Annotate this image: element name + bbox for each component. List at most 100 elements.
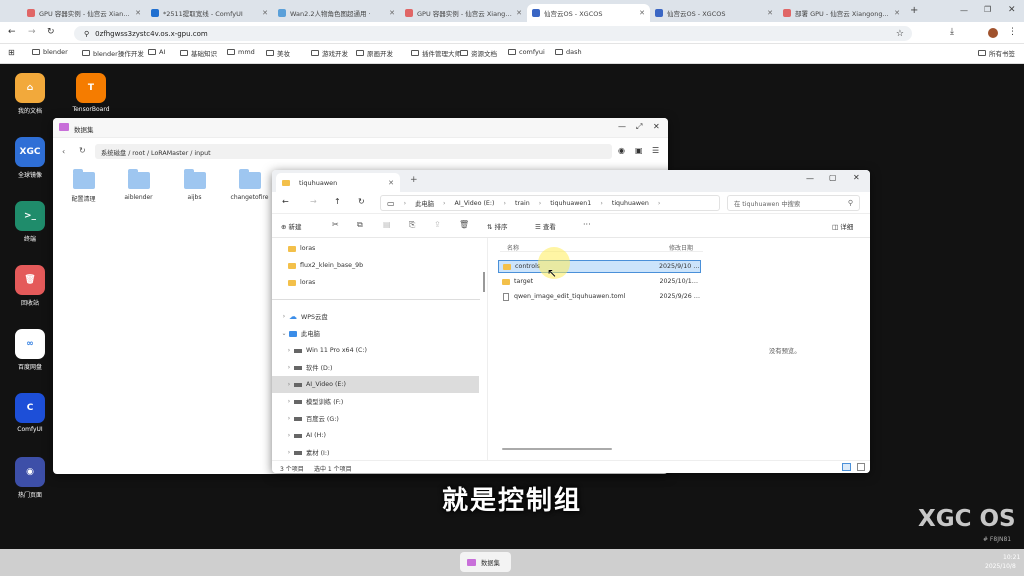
bookmark-item[interactable]: AI <box>148 48 165 56</box>
desktop-icon[interactable]: T TensorBoard <box>70 73 112 113</box>
chevron-icon[interactable]: › <box>279 313 289 320</box>
bookmark-item[interactable]: 资源文档 <box>460 48 497 58</box>
share-icon[interactable]: ⇪ <box>434 220 441 229</box>
close-tab-icon[interactable]: ✕ <box>516 9 522 17</box>
new-tab-button[interactable]: + <box>910 5 918 16</box>
chevron-icon[interactable]: ⌄ <box>279 330 289 337</box>
browser-tab[interactable]: 仙宫云OS - XGCOS ✕ <box>650 4 778 22</box>
new-button[interactable]: ⊕ 新建 <box>281 221 302 231</box>
back-arrow-icon[interactable]: ← <box>282 197 289 206</box>
maximize-icon[interactable]: ⤢ <box>636 122 642 132</box>
nav-item[interactable]: › 软件 (D:) <box>272 359 479 376</box>
nav-scrollbar[interactable] <box>483 272 485 292</box>
nav-item[interactable]: › 百度云 (G:) <box>272 410 479 427</box>
bookmark-item[interactable]: blender <box>32 48 68 56</box>
bookmark-item[interactable]: comfyui <box>508 48 545 56</box>
column-modified[interactable]: 修改日期 <box>669 243 693 252</box>
desktop-icon[interactable]: ⌂ 我的文档 <box>13 73 47 115</box>
close-tab-icon[interactable]: ✕ <box>388 179 394 187</box>
bookmark-item[interactable]: 基础知识 <box>180 48 217 58</box>
chevron-icon[interactable]: › <box>284 449 294 456</box>
nav-item[interactable]: › 素材 (I:) <box>272 444 479 461</box>
bookmark-item[interactable]: mmd <box>227 48 255 56</box>
desktop-icon[interactable]: XGC 全球镜像 <box>13 137 47 179</box>
explorer-tab[interactable]: tiquhuawen ✕ <box>276 173 400 192</box>
folder-item[interactable]: aijbs <box>167 169 222 201</box>
more-button[interactable]: ··· <box>583 220 591 229</box>
chevron-icon[interactable]: › <box>284 398 294 405</box>
url-bar[interactable]: ⚲ 0zfhgwss3zystc4v.os.x-gpu.com ☆ <box>74 26 912 41</box>
paste-icon[interactable]: ▤ <box>383 220 391 229</box>
breadcrumb-item[interactable]: AI_Video (E:) <box>455 200 495 207</box>
close-tab-icon[interactable]: ✕ <box>767 9 773 17</box>
details-button[interactable]: ◫ 详细 <box>832 221 853 231</box>
close-tab-icon[interactable]: ✕ <box>639 9 645 17</box>
desktop-icon[interactable]: C ComfyUI <box>13 393 47 433</box>
close-tab-icon[interactable]: ✕ <box>894 9 900 17</box>
browser-tab[interactable]: GPU 容器实例 - 仙宫云 Xiangg... ✕ <box>22 4 146 22</box>
browser-tab[interactable]: *2511提取宽线 - ComfyUI ✕ <box>146 4 273 22</box>
nav-item[interactable]: ⌄ 此电脑 <box>272 325 479 342</box>
breadcrumb-item[interactable]: tiquhuawen1 <box>550 200 591 207</box>
forward-arrow-icon[interactable]: → <box>310 197 317 206</box>
all-bookmarks[interactable]: 所有书签 <box>978 48 1015 58</box>
browser-tab[interactable]: 部署 GPU - 仙宫云 Xiangong... ✕ <box>778 4 905 22</box>
sort-button[interactable]: ⇅ 排序 <box>487 221 508 231</box>
desktop-icon[interactable]: 🗑 回收站 <box>13 265 47 307</box>
chevron-icon[interactable]: › <box>284 347 294 354</box>
close-tab-icon[interactable]: ✕ <box>389 9 395 17</box>
bookmark-item[interactable]: 游戏开发 <box>311 48 348 58</box>
list-icon[interactable]: ☰ <box>652 146 659 155</box>
delete-icon[interactable]: 🗑 <box>459 220 469 229</box>
cut-icon[interactable]: ✂ <box>332 220 339 229</box>
chevron-icon[interactable]: › <box>284 364 294 371</box>
nav-item[interactable]: › Win 11 Pro x64 (C:) <box>272 342 479 359</box>
refresh-icon[interactable]: ↻ <box>79 146 86 155</box>
close-icon[interactable]: ✕ <box>653 122 660 131</box>
rename-icon[interactable]: ⎘ <box>409 220 415 230</box>
refresh-icon[interactable]: ↻ <box>358 197 365 206</box>
desktop-icon[interactable]: ∞ 百度网盘 <box>13 329 47 371</box>
tiles-view-icon[interactable] <box>857 463 865 471</box>
file-row[interactable]: qwen_image_edit_tiquhuawen.toml 2025/9/26… <box>498 290 701 303</box>
bookmark-item[interactable]: 原画开发 <box>356 48 393 58</box>
close-icon[interactable]: ✕ <box>853 173 860 182</box>
column-name[interactable]: 名称 <box>507 243 519 252</box>
bookmark-item[interactable]: 美妆 <box>266 48 290 58</box>
chevron-icon[interactable]: › <box>284 432 294 439</box>
download-icon[interactable]: ⤓ <box>950 27 954 37</box>
file-row[interactable]: target2025/10/18 9:3 <box>498 275 701 288</box>
browser-tab[interactable]: 仙宫云OS - XGCOS ✕ <box>527 4 650 22</box>
taskbar-item-dataset[interactable]: 数据集 <box>460 552 511 572</box>
minimize-icon[interactable]: — <box>806 174 814 183</box>
horizontal-scrollbar[interactable] <box>502 448 612 450</box>
nav-item[interactable]: flux2_klein_base_9b <box>272 257 479 274</box>
search-input[interactable]: 在 tiquhuawen 中搜索 ⚲ <box>727 195 860 211</box>
image-icon[interactable]: ▣ <box>635 146 643 155</box>
nav-item[interactable]: › ☁ WPS云盘 <box>272 308 479 325</box>
back-arrow-icon[interactable]: ← <box>8 27 16 37</box>
breadcrumb-item[interactable]: tiquhuawen <box>612 200 649 207</box>
chevron-icon[interactable]: › <box>284 381 294 388</box>
nav-item[interactable]: › AI (H:) <box>272 427 479 444</box>
copy-icon[interactable]: ⧉ <box>357 220 363 230</box>
browser-tab[interactable]: Wan2.2人物角色图超通用 · ✕ <box>273 4 400 22</box>
forward-arrow-icon[interactable]: → <box>28 27 36 37</box>
desktop-icon[interactable]: >_ 终端 <box>13 201 47 243</box>
details-view-icon[interactable] <box>842 463 851 471</box>
folder-item[interactable]: aiblender <box>111 169 166 201</box>
profile-avatar[interactable] <box>988 28 998 38</box>
breadcrumb[interactable]: ▭ › 此电脑 › AI_Video (E:) › train › tiquhu… <box>380 195 720 211</box>
view-button[interactable]: ☰ 查看 <box>535 221 556 231</box>
nav-item[interactable]: loras <box>272 240 479 257</box>
minimize-icon[interactable]: — <box>960 6 968 15</box>
star-icon[interactable]: ☆ <box>896 29 904 39</box>
back-arrow-icon[interactable]: ‹ <box>62 147 65 156</box>
maximize-icon[interactable]: ▢ <box>829 173 837 182</box>
bookmark-item[interactable]: blender操作开发 <box>82 48 144 58</box>
eye-icon[interactable]: ◉ <box>618 146 625 155</box>
folder-item[interactable]: 配置清理 <box>56 169 111 203</box>
nav-item[interactable]: › AI_Video (E:) <box>272 376 479 393</box>
browser-tab[interactable]: GPU 容器实例 - 仙宫云 Xiangg... ✕ <box>400 4 527 22</box>
nav-item[interactable]: › 模型训练 (F:) <box>272 393 479 410</box>
